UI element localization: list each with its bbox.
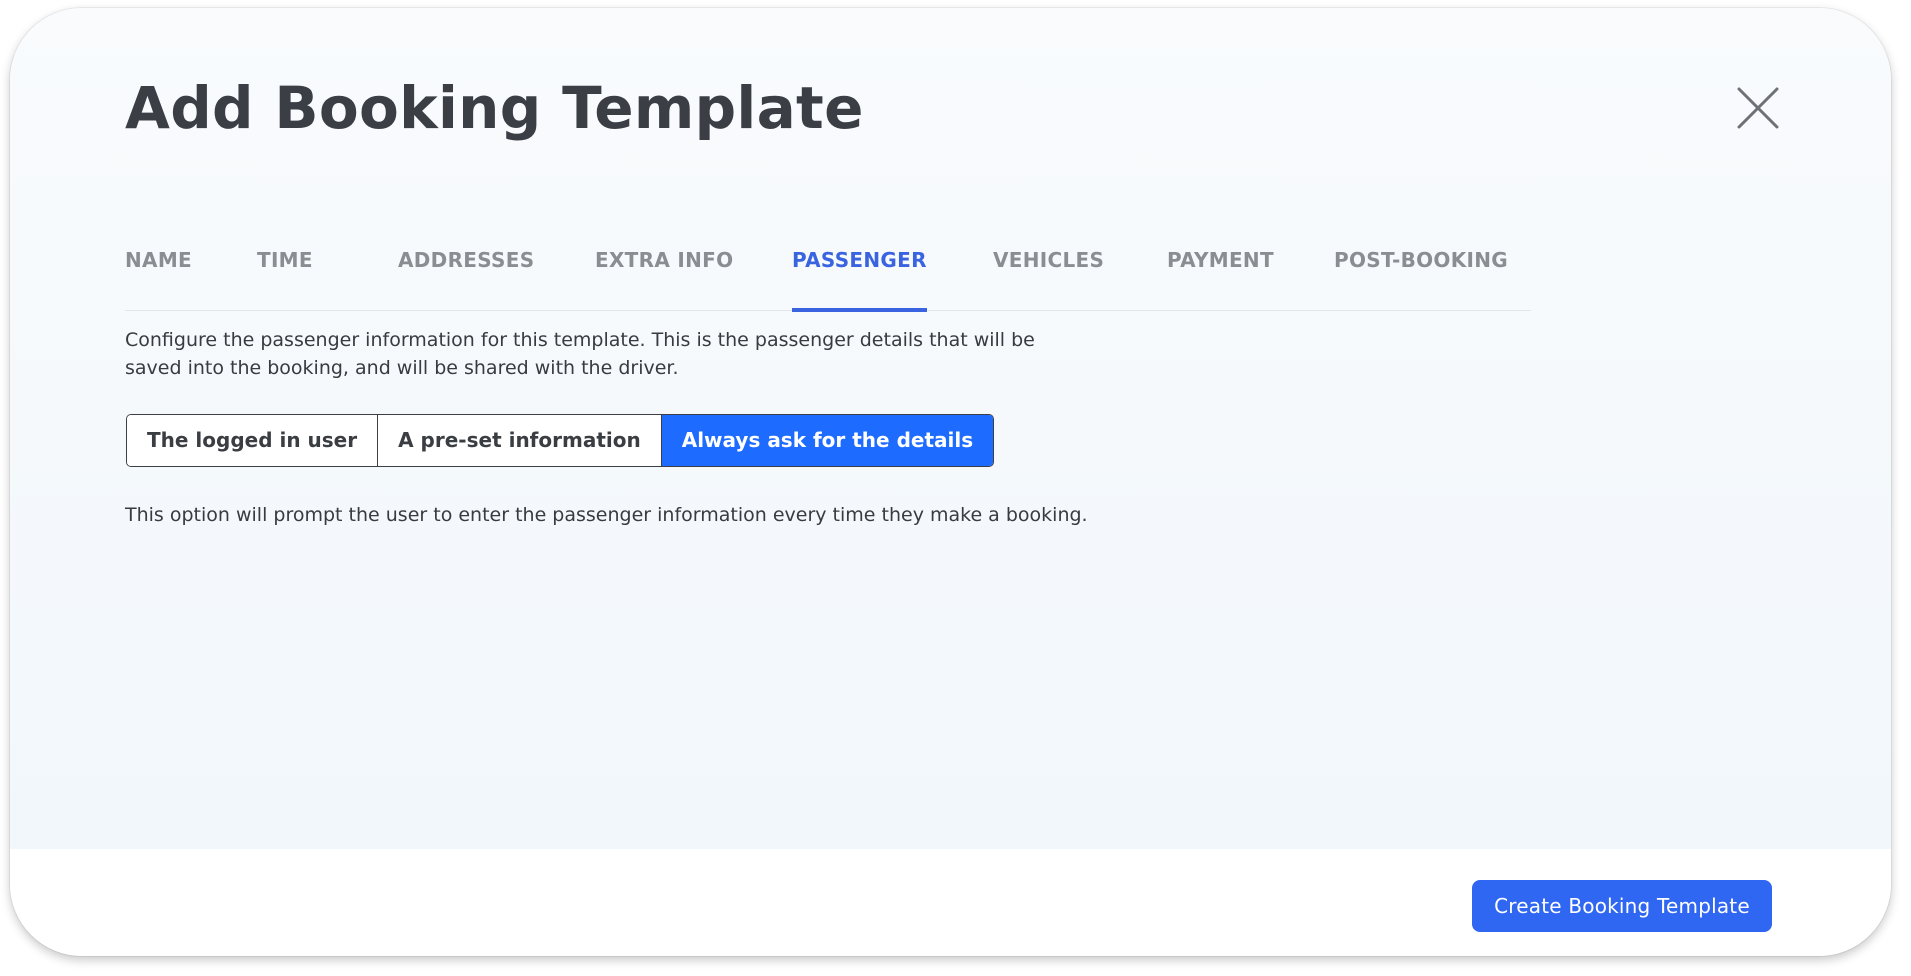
option-hint: This option will prompt the user to ente… bbox=[125, 504, 1088, 526]
tab-time[interactable]: TIME bbox=[257, 248, 313, 308]
tab-vehicles[interactable]: VEHICLES bbox=[993, 248, 1104, 308]
tab-extra-info[interactable]: EXTRA INFO bbox=[595, 248, 733, 308]
close-button[interactable] bbox=[1730, 80, 1786, 136]
tab-payment[interactable]: PAYMENT bbox=[1167, 248, 1274, 308]
tab-post-booking[interactable]: POST-BOOKING bbox=[1334, 248, 1508, 308]
tab-addresses[interactable]: ADDRESSES bbox=[398, 248, 534, 308]
tab-bar: NAME TIME ADDRESSES EXTRA INFO PASSENGER… bbox=[125, 230, 1531, 312]
passenger-description: Configure the passenger information for … bbox=[125, 329, 1035, 379]
tab-name[interactable]: NAME bbox=[125, 248, 192, 308]
tab-passenger[interactable]: PASSENGER bbox=[792, 248, 927, 312]
close-icon bbox=[1737, 87, 1779, 129]
add-booking-template-modal: Add Booking Template NAME TIME ADDRESSES… bbox=[10, 8, 1891, 956]
create-booking-template-button[interactable]: Create Booking Template bbox=[1472, 880, 1772, 932]
modal-title: Add Booking Template bbox=[125, 74, 864, 142]
option-always-ask[interactable]: Always ask for the details bbox=[661, 415, 994, 466]
option-pre-set-information[interactable]: A pre-set information bbox=[378, 415, 662, 466]
passenger-source-selector: The logged in user A pre-set information… bbox=[126, 414, 995, 467]
option-logged-in-user[interactable]: The logged in user bbox=[127, 415, 379, 466]
modal-body: Add Booking Template NAME TIME ADDRESSES… bbox=[10, 8, 1891, 849]
page: Add Booking Template NAME TIME ADDRESSES… bbox=[0, 0, 1911, 976]
